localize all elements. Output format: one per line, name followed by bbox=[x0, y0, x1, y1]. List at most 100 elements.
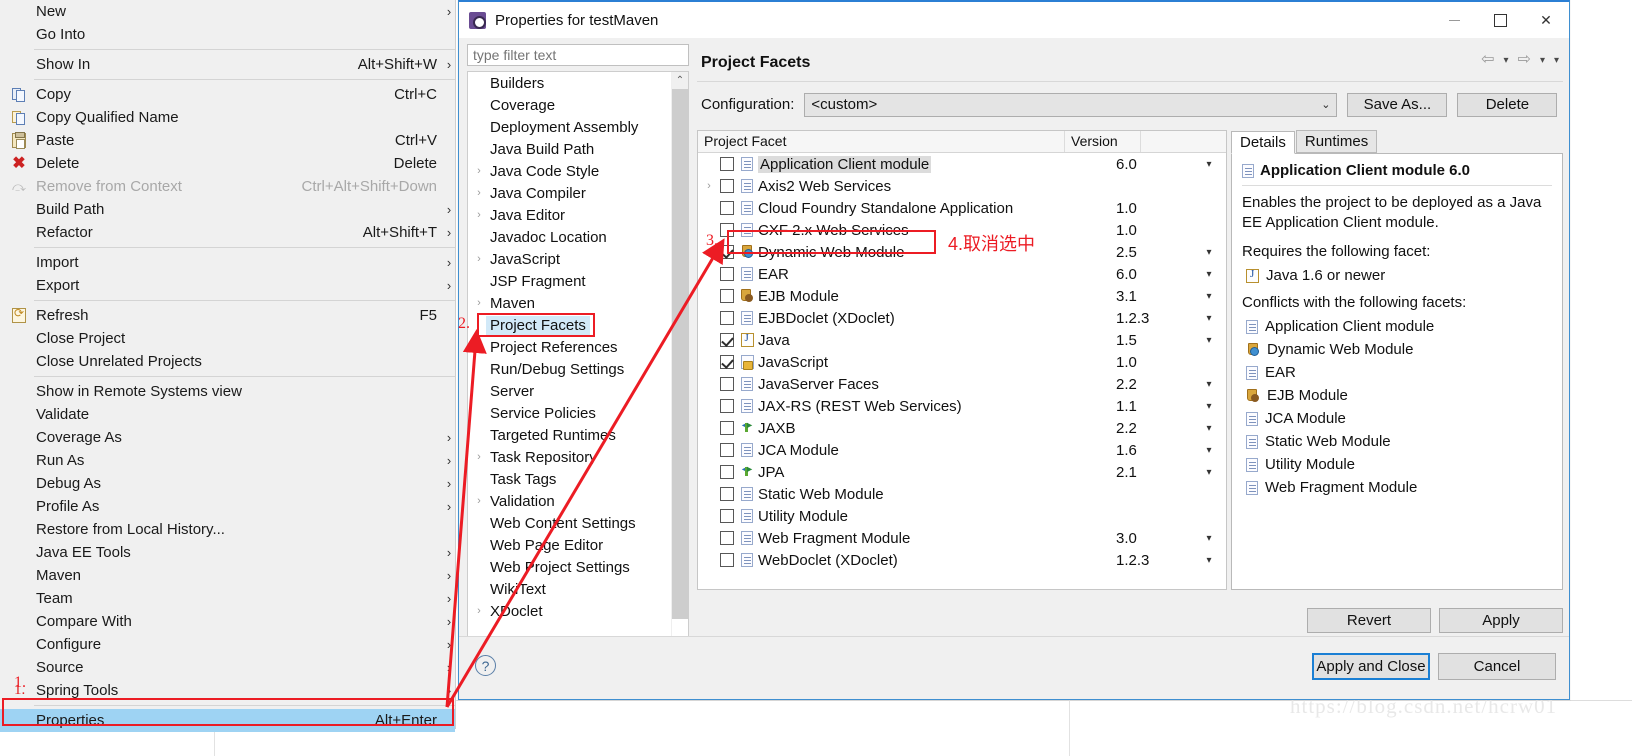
tree-item-run-debug-settings[interactable]: Run/Debug Settings bbox=[468, 358, 688, 380]
tree-item-project-references[interactable]: Project References bbox=[468, 336, 688, 358]
facet-row[interactable]: EJB Module 3.1 ▾ bbox=[698, 285, 1226, 307]
tree-item-server[interactable]: Server bbox=[468, 380, 688, 402]
facet-checkbox[interactable] bbox=[720, 311, 734, 325]
tree-item-task-repository[interactable]: › Task Repository bbox=[468, 446, 688, 468]
facet-checkbox[interactable] bbox=[720, 509, 734, 523]
facet-checkbox[interactable] bbox=[720, 553, 734, 567]
version-dropdown-icon[interactable]: ▾ bbox=[1192, 423, 1226, 434]
cancel-button[interactable]: Cancel bbox=[1438, 653, 1556, 680]
facet-row[interactable]: › Axis2 Web Services bbox=[698, 175, 1226, 197]
expand-chevron-icon[interactable]: › bbox=[472, 209, 486, 221]
close-icon[interactable]: ✕ bbox=[1523, 2, 1569, 38]
menu-item-show-in-remote-systems-view[interactable]: Show in Remote Systems view bbox=[0, 380, 455, 403]
tree-item-web-content-settings[interactable]: Web Content Settings bbox=[468, 512, 688, 534]
menu-item-validate[interactable]: Validate bbox=[0, 403, 455, 426]
tree-item-web-project-settings[interactable]: Web Project Settings bbox=[468, 556, 688, 578]
configuration-select[interactable]: <custom> ⌄ bbox=[804, 92, 1338, 117]
version-dropdown-icon[interactable]: ▾ bbox=[1192, 335, 1226, 346]
facet-checkbox[interactable] bbox=[720, 531, 734, 545]
facet-row[interactable]: WebDoclet (XDoclet) 1.2.3 ▾ bbox=[698, 549, 1226, 571]
tree-item-validation[interactable]: › Validation bbox=[468, 490, 688, 512]
facet-row[interactable]: Utility Module bbox=[698, 505, 1226, 527]
facet-row[interactable]: Static Web Module bbox=[698, 483, 1226, 505]
menu-item-new[interactable]: New › bbox=[0, 0, 455, 23]
facet-table[interactable]: Project Facet Version Application Client… bbox=[697, 130, 1227, 590]
tree-item-jsp-fragment[interactable]: JSP Fragment bbox=[468, 270, 688, 292]
tab-runtimes[interactable]: Runtimes bbox=[1295, 130, 1378, 153]
expand-chevron-icon[interactable]: › bbox=[472, 495, 486, 507]
facet-row[interactable]: Cloud Foundry Standalone Application 1.0 bbox=[698, 197, 1226, 219]
facet-checkbox[interactable] bbox=[720, 355, 734, 369]
menu-item-java-ee-tools[interactable]: Java EE Tools › bbox=[0, 541, 455, 564]
menu-item-copy[interactable]: Copy Ctrl+C bbox=[0, 83, 455, 106]
menu-item-refactor[interactable]: Refactor Alt+Shift+T › bbox=[0, 221, 455, 244]
tree-scrollbar[interactable]: ⌃ bbox=[671, 72, 688, 640]
menu-item-properties[interactable]: Properties Alt+Enter bbox=[0, 709, 455, 732]
version-dropdown-icon[interactable]: ▾ bbox=[1192, 269, 1226, 280]
scroll-up-icon[interactable]: ⌃ bbox=[672, 72, 688, 89]
tree-item-java-build-path[interactable]: Java Build Path bbox=[468, 138, 688, 160]
filter-input[interactable] bbox=[467, 44, 689, 66]
expand-chevron-icon[interactable]: › bbox=[472, 253, 486, 265]
expand-chevron-icon[interactable]: › bbox=[472, 297, 486, 309]
facet-checkbox[interactable] bbox=[720, 465, 734, 479]
facet-checkbox[interactable] bbox=[720, 157, 734, 171]
back-menu-icon[interactable]: ▾ bbox=[1504, 55, 1509, 66]
expand-chevron-icon[interactable]: › bbox=[698, 180, 720, 192]
menu-item-import[interactable]: Import › bbox=[0, 251, 455, 274]
apply-and-close-button[interactable]: Apply and Close bbox=[1312, 653, 1430, 680]
expand-chevron-icon[interactable]: › bbox=[472, 451, 486, 463]
facet-checkbox[interactable] bbox=[720, 223, 734, 237]
version-dropdown-icon[interactable]: ▾ bbox=[1192, 247, 1226, 258]
tree-item-java-code-style[interactable]: › Java Code Style bbox=[468, 160, 688, 182]
facet-row[interactable]: JavaServer Faces 2.2 ▾ bbox=[698, 373, 1226, 395]
tree-item-task-tags[interactable]: Task Tags bbox=[468, 468, 688, 490]
menu-item-close-unrelated-projects[interactable]: Close Unrelated Projects bbox=[0, 350, 455, 373]
version-dropdown-icon[interactable]: ▾ bbox=[1192, 533, 1226, 544]
forward-menu-icon[interactable]: ▾ bbox=[1540, 55, 1545, 66]
menu-item-compare-with[interactable]: Compare With › bbox=[0, 610, 455, 633]
save-as-button[interactable]: Save As... bbox=[1347, 92, 1448, 117]
revert-button[interactable]: Revert bbox=[1307, 607, 1431, 633]
menu-item-remove-from-context[interactable]: ⤼ Remove from Context Ctrl+Alt+Shift+Down bbox=[0, 175, 455, 198]
menu-item-profile-as[interactable]: Profile As › bbox=[0, 495, 455, 518]
version-dropdown-icon[interactable]: ▾ bbox=[1192, 291, 1226, 302]
tree-item-coverage[interactable]: Coverage bbox=[468, 94, 688, 116]
facet-row[interactable]: EJBDoclet (XDoclet) 1.2.3 ▾ bbox=[698, 307, 1226, 329]
tree-item-targeted-runtimes[interactable]: Targeted Runtimes bbox=[468, 424, 688, 446]
version-dropdown-icon[interactable]: ▾ bbox=[1192, 555, 1226, 566]
facet-row[interactable]: Application Client module 6.0 ▾ bbox=[698, 153, 1226, 175]
tree-item-xdoclet[interactable]: › XDoclet bbox=[468, 600, 688, 622]
menu-item-spring-tools[interactable]: 1. Spring Tools › bbox=[0, 679, 455, 702]
menu-item-team[interactable]: Team › bbox=[0, 587, 455, 610]
menu-item-export[interactable]: Export › bbox=[0, 274, 455, 297]
menu-item-close-project[interactable]: Close Project bbox=[0, 327, 455, 350]
facet-row[interactable]: JavaScript 1.0 bbox=[698, 351, 1226, 373]
facet-row[interactable]: JCA Module 1.6 ▾ bbox=[698, 439, 1226, 461]
settings-tree[interactable]: Builders Coverage Deployment Assembly Java … bbox=[467, 71, 689, 641]
expand-chevron-icon[interactable]: › bbox=[472, 187, 486, 199]
menu-item-configure[interactable]: Configure › bbox=[0, 633, 455, 656]
version-dropdown-icon[interactable]: ▾ bbox=[1192, 445, 1226, 456]
tree-item-builders[interactable]: Builders bbox=[468, 72, 688, 94]
version-dropdown-icon[interactable]: ▾ bbox=[1192, 467, 1226, 478]
facet-checkbox[interactable] bbox=[720, 333, 734, 347]
menu-item-maven[interactable]: Maven › bbox=[0, 564, 455, 587]
version-dropdown-icon[interactable]: ▾ bbox=[1192, 313, 1226, 324]
tree-item-javascript[interactable]: › JavaScript bbox=[468, 248, 688, 270]
facet-checkbox[interactable] bbox=[720, 399, 734, 413]
tree-item-service-policies[interactable]: Service Policies bbox=[468, 402, 688, 424]
tree-item-deployment-assembly[interactable]: Deployment Assembly bbox=[468, 116, 688, 138]
facet-checkbox[interactable] bbox=[720, 245, 734, 259]
facet-checkbox[interactable] bbox=[720, 289, 734, 303]
view-menu-icon[interactable]: ▾ bbox=[1554, 55, 1559, 66]
tree-item-java-editor[interactable]: › Java Editor bbox=[468, 204, 688, 226]
facet-row[interactable]: Web Fragment Module 3.0 ▾ bbox=[698, 527, 1226, 549]
expand-chevron-icon[interactable]: › bbox=[472, 165, 486, 177]
menu-item-paste[interactable]: Paste Ctrl+V bbox=[0, 129, 455, 152]
menu-item-copy-qualified-name[interactable]: Copy Qualified Name bbox=[0, 106, 455, 129]
facet-checkbox[interactable] bbox=[720, 421, 734, 435]
delete-config-button[interactable]: Delete bbox=[1457, 92, 1558, 117]
tree-item-javadoc-location[interactable]: Javadoc Location bbox=[468, 226, 688, 248]
facet-row[interactable]: JPA 2.1 ▾ bbox=[698, 461, 1226, 483]
